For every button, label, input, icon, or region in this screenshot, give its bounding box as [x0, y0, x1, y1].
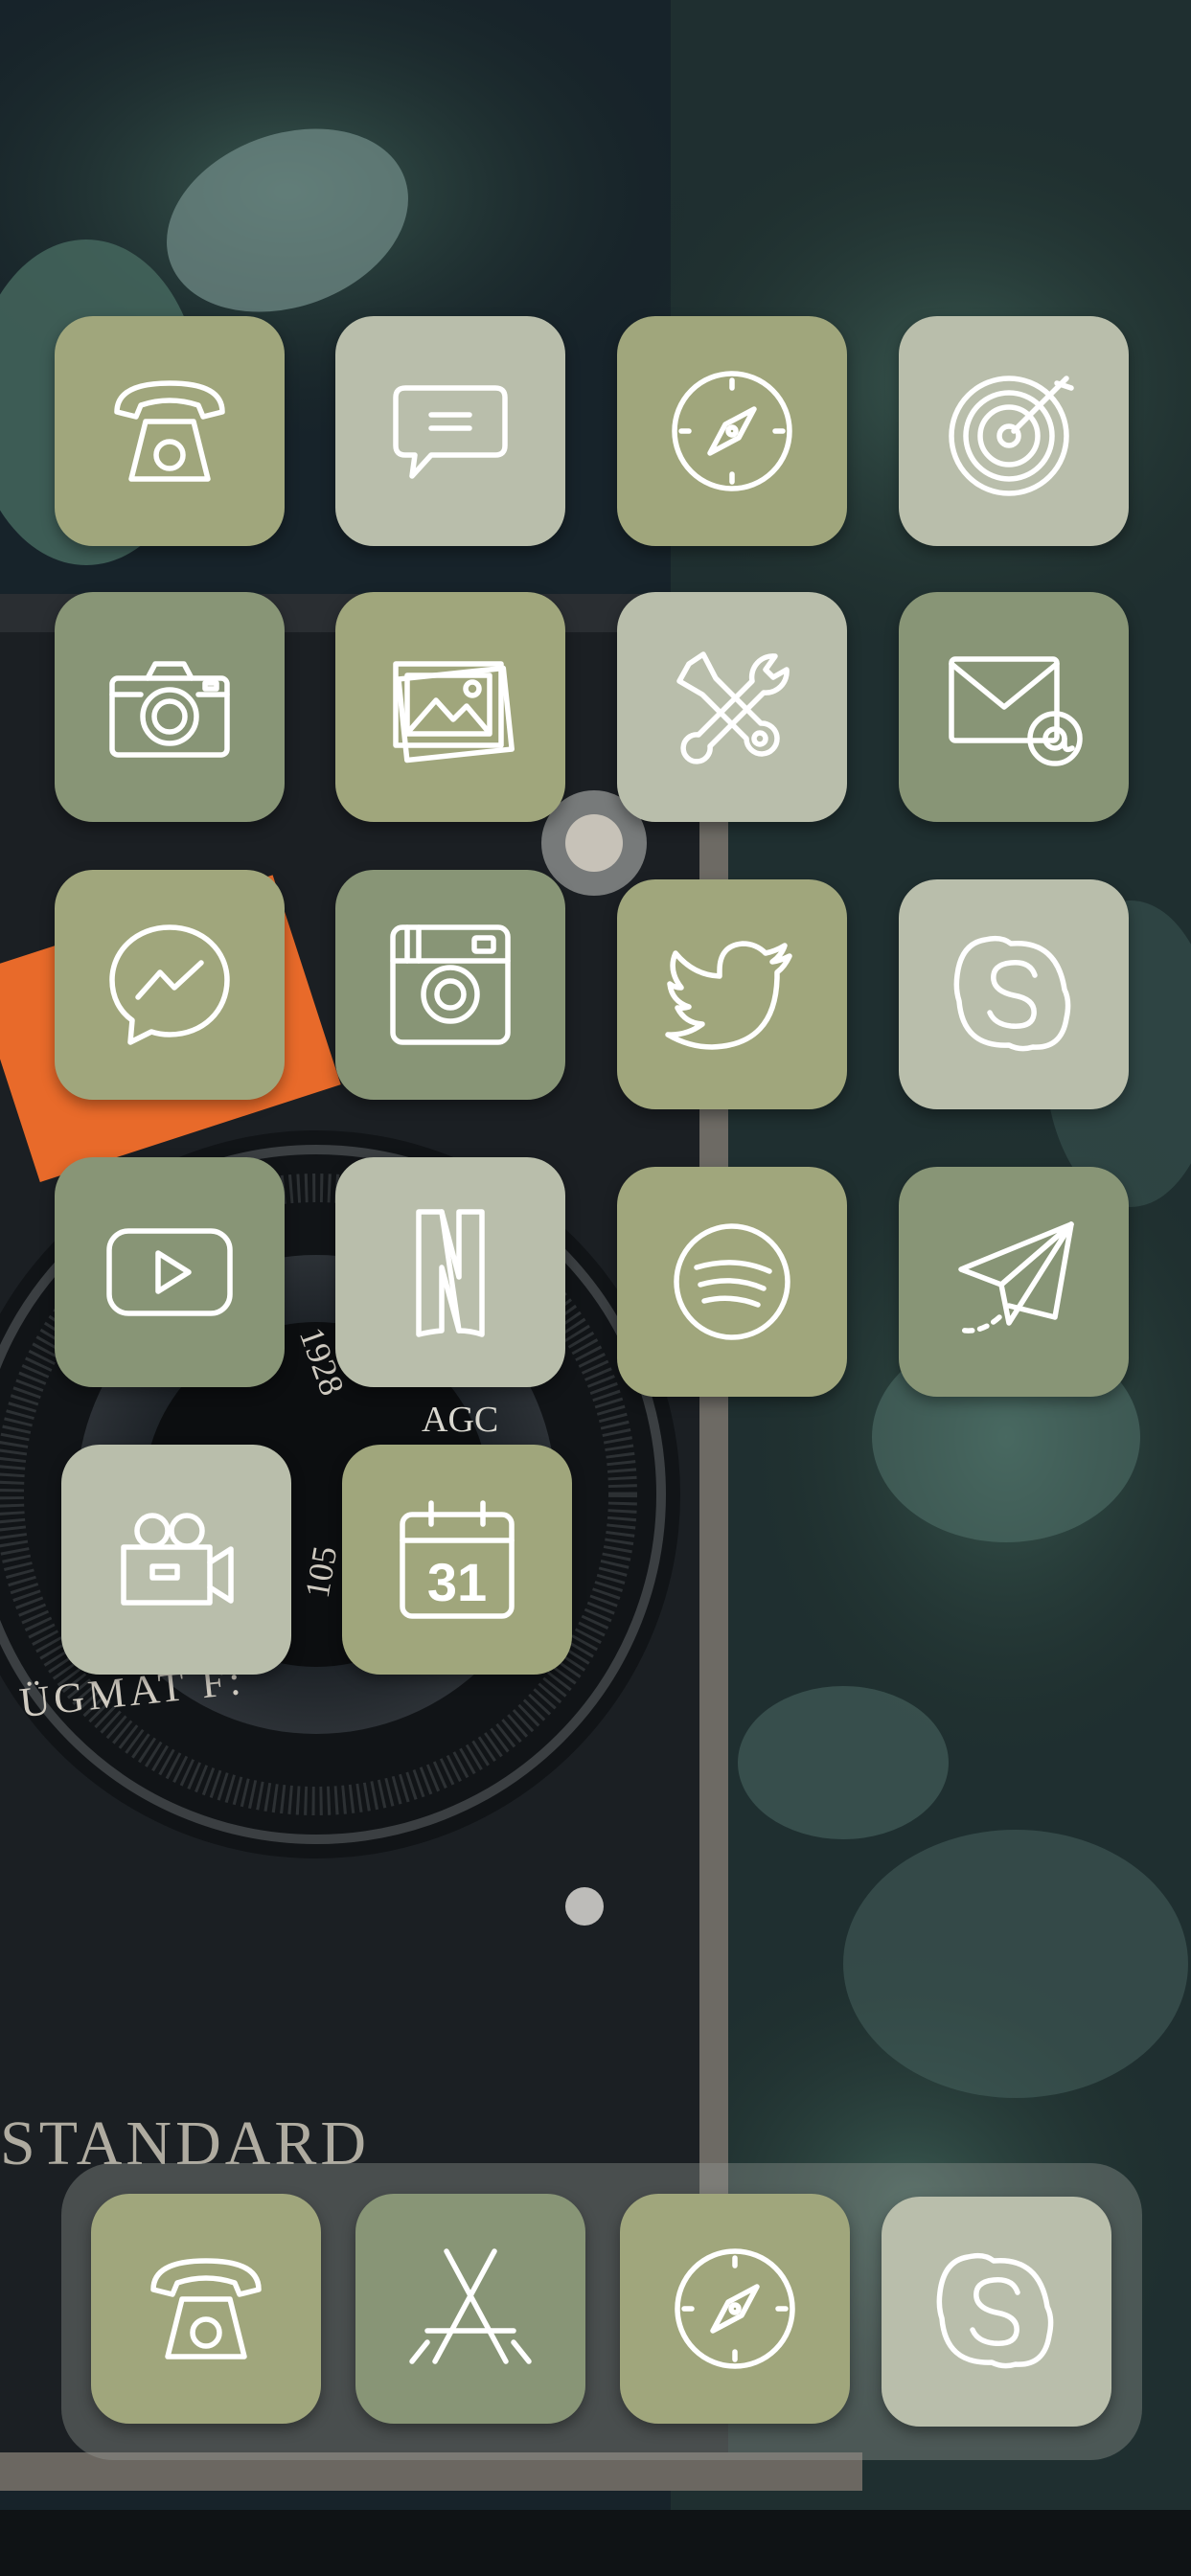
app-icon-safari[interactable] [617, 316, 847, 546]
mail-icon [949, 656, 1083, 766]
compass-icon [672, 371, 792, 491]
lens-brand-text: AGC [422, 1400, 499, 1440]
skype-icon [936, 2252, 1054, 2369]
calendar-icon: 31 [400, 1500, 515, 1619]
app-icon-settings[interactable] [617, 592, 847, 822]
skype-icon [953, 935, 1071, 1052]
app-icon-instagram[interactable] [335, 870, 565, 1100]
paper-plane-icon [956, 1221, 1074, 1334]
rotary-phone-icon [114, 380, 225, 482]
app-icon-camera[interactable] [55, 592, 285, 822]
messenger-icon [109, 924, 230, 1045]
app-icon-twitter[interactable] [617, 879, 847, 1109]
app-icon-calendar[interactable]: 31 [342, 1445, 572, 1675]
vinyl-record-icon [949, 376, 1074, 496]
youtube-play-icon [106, 1228, 233, 1316]
dock-icon-app-store[interactable] [355, 2194, 585, 2424]
app-icon-messages[interactable] [335, 316, 565, 546]
rotary-phone-icon [150, 2258, 262, 2359]
dock-icon-safari[interactable] [620, 2194, 850, 2424]
app-store-icon [409, 2248, 532, 2364]
app-icon-netflix[interactable] [335, 1157, 565, 1387]
compass-icon [675, 2248, 795, 2369]
chat-bubble-icon [393, 385, 508, 479]
instagram-icon [390, 924, 511, 1045]
netflix-icon [416, 1209, 485, 1337]
tools-icon [676, 651, 790, 764]
app-icon-phone[interactable] [55, 316, 285, 546]
photos-icon [393, 661, 515, 764]
dock-icon-phone[interactable] [91, 2194, 321, 2424]
app-icon-mail[interactable] [899, 592, 1129, 822]
app-icon-skype[interactable] [899, 879, 1129, 1109]
app-icon-music[interactable] [899, 316, 1129, 546]
dock-icon-skype[interactable] [882, 2197, 1111, 2427]
app-icon-messenger[interactable] [55, 870, 285, 1100]
calendar-day: 31 [427, 1552, 487, 1612]
spotify-icon [674, 1223, 790, 1340]
twitter-bird-icon [665, 941, 792, 1050]
app-icon-youtube[interactable] [55, 1157, 285, 1387]
app-icon-spotify[interactable] [617, 1167, 847, 1397]
camera-icon [109, 661, 230, 758]
app-icon-telegram[interactable] [899, 1167, 1129, 1397]
movie-camera-icon [121, 1513, 234, 1606]
app-icon-videos[interactable] [61, 1445, 291, 1675]
app-icon-photos[interactable] [335, 592, 565, 822]
